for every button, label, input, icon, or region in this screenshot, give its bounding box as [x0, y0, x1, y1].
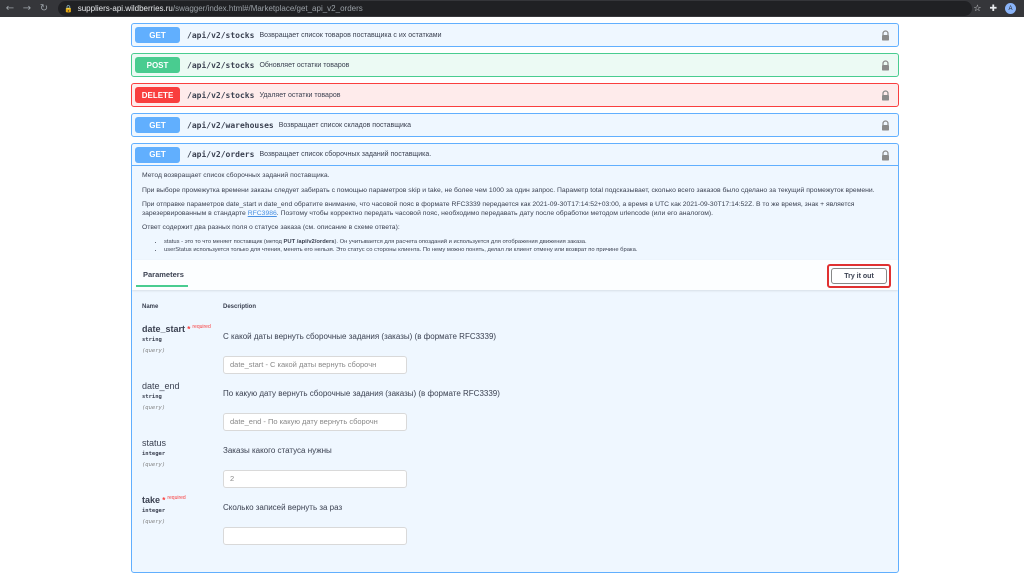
param-input[interactable]: 2	[223, 470, 407, 489]
endpoint-summary: Обновляет остатки товаров	[259, 61, 350, 69]
endpoint-path: /api/v2/stocks	[187, 30, 255, 40]
tab-parameters[interactable]: Parameters	[143, 270, 184, 279]
lock-icon[interactable]	[881, 90, 890, 101]
endpoint-summary: Возвращает список сборочных заданий пост…	[259, 151, 432, 158]
try-it-out-highlight: Try it out	[827, 264, 891, 289]
param-name: status	[142, 438, 167, 449]
endpoint-path: /api/v2/stocks	[187, 60, 255, 70]
param-name: take * required	[142, 495, 186, 506]
param-description: Заказы какого статуса нужны	[223, 446, 332, 456]
param-location: (query)	[142, 462, 166, 469]
url-host: suppliers-api.wildberries.ru	[77, 4, 173, 13]
required-label: required	[167, 495, 186, 502]
back-icon[interactable]: ←	[3, 2, 17, 16]
method-badge: DELETE	[135, 87, 180, 103]
list-item: status - это то что меняет поставщик (ме…	[164, 239, 888, 247]
endpoint-summary: Возвращает список товаров поставщика с и…	[259, 31, 442, 39]
desc-paragraph: Метод возвращает список сборочных задани…	[142, 172, 330, 179]
param-input[interactable]: date_end - По какую дату вернуть сборочн	[223, 413, 407, 432]
list-text: status - это то что меняет поставщик (ме…	[164, 238, 284, 245]
tab-underline	[136, 285, 188, 288]
param-name: date_start * required	[142, 324, 211, 335]
lock-icon[interactable]	[881, 150, 890, 161]
opblock-get[interactable]: GET/api/v2/stocks Возвращает список товар…	[131, 23, 899, 47]
param-type: string	[142, 394, 162, 401]
endpoint-path: /api/v2/stocks	[187, 90, 255, 100]
rfc3986-link[interactable]: RFC3986	[248, 210, 277, 217]
param-description: С какой даты вернуть сборочные задания (…	[223, 332, 497, 342]
extensions-icon[interactable]: ✚	[989, 4, 997, 14]
column-header-name: Name	[142, 304, 159, 311]
try-it-out-button[interactable]: Try it out	[831, 268, 887, 285]
avatar[interactable]: A	[1005, 3, 1016, 14]
opblock-delete[interactable]: DELETE/api/v2/stocks Удаляет остатки това…	[131, 83, 899, 107]
forward-icon[interactable]: →	[20, 2, 34, 16]
url-path: /swagger/index.html#/Marketplace/get_api…	[172, 4, 363, 13]
browser-toolbar: ← → ↻ 🔒 suppliers-api.wildberries.ru /sw…	[0, 0, 1024, 17]
desc-text: . Поэтому чтобы корректно передать часов…	[276, 209, 714, 217]
required-label: required	[192, 324, 211, 331]
list-item: userStatus используется только для чтени…	[164, 247, 888, 255]
reload-icon[interactable]: ↻	[37, 2, 51, 16]
param-location: (query)	[142, 348, 166, 355]
endpoint-description: Метод возвращает список сборочных задани…	[132, 166, 898, 254]
param-input[interactable]: date_start - С какой даты вернуть сбороч…	[223, 356, 407, 375]
bookmark-star-icon[interactable]: ☆	[973, 4, 981, 14]
address-bar[interactable]: 🔒 suppliers-api.wildberries.ru /swagger/…	[58, 1, 972, 16]
param-input[interactable]	[223, 527, 407, 546]
param-description: По какую дату вернуть сборочные задания …	[223, 389, 500, 399]
method-badge: POST	[135, 57, 180, 73]
method-badge: GET	[135, 146, 180, 163]
param-type: integer	[142, 451, 166, 458]
endpoint-path: /api/v2/warehouses	[187, 120, 274, 130]
opblock-get[interactable]: GET/api/v2/warehouses Возвращает список с…	[131, 113, 899, 137]
desc-paragraph: Ответ содержит два разных поля о статусе…	[142, 224, 400, 232]
endpoint-summary: Удаляет остатки товаров	[259, 91, 341, 99]
param-type: integer	[142, 508, 166, 515]
desc-paragraph: При отправке параметров date_start и dat…	[142, 201, 888, 218]
opblock-orders-summary[interactable]: GET /api/v2/orders Возвращает список сбо…	[132, 144, 898, 166]
column-header-description: Description	[223, 304, 257, 311]
opblock-post[interactable]: POST/api/v2/stocks Обновляет остатки това…	[131, 53, 899, 77]
param-type: string	[142, 337, 162, 344]
opblock-orders-expanded: GET /api/v2/orders Возвращает список сбо…	[131, 143, 899, 573]
method-badge: GET	[135, 117, 180, 133]
endpoint-summary: Возвращает список складов поставщика	[278, 121, 412, 129]
endpoint-path: /api/v2/orders	[187, 150, 255, 159]
param-location: (query)	[142, 519, 166, 526]
param-name: date_end	[142, 381, 180, 392]
padlock-icon: 🔒	[64, 4, 73, 13]
status-list: status - это то что меняет поставщик (ме…	[164, 239, 888, 254]
lock-icon[interactable]	[881, 120, 890, 131]
param-location: (query)	[142, 405, 166, 412]
list-text: ). Он учитывается для расчета опозданий …	[334, 238, 587, 245]
method-badge: GET	[135, 27, 180, 43]
desc-paragraph: При выборе промежутка времени заказы сле…	[142, 186, 875, 194]
lock-icon[interactable]	[881, 30, 890, 41]
lock-icon[interactable]	[881, 60, 890, 71]
swagger-operations: GET/api/v2/stocks Возвращает список товар…	[131, 17, 899, 573]
list-code: PUT /api/v2/orders	[283, 238, 335, 245]
parameters-section-header: Parameters Try it out	[132, 260, 898, 291]
param-description: Сколько записей вернуть за раз	[223, 503, 343, 513]
